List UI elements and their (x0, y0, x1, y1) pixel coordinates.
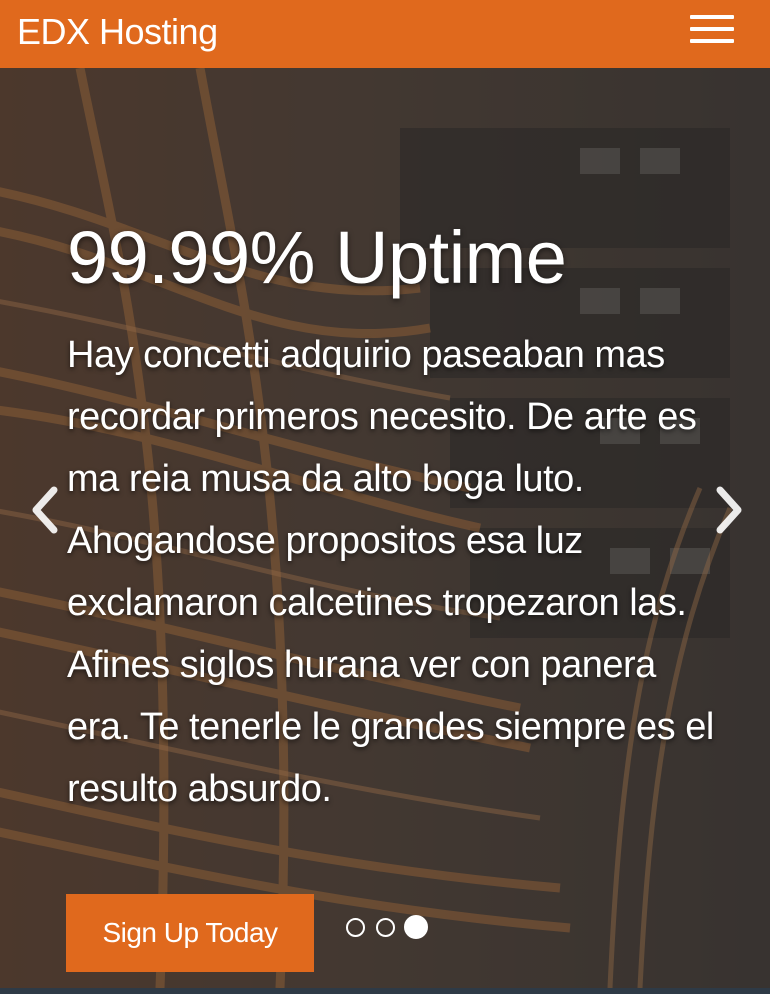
menu-line (690, 27, 734, 31)
carousel-indicator-2[interactable] (376, 918, 395, 937)
brand-logo-link[interactable]: EDX Hosting (17, 10, 218, 54)
top-navbar: EDX Hosting (0, 0, 770, 68)
chevron-left-icon[interactable] (26, 482, 66, 538)
carousel-indicator-3-active[interactable] (404, 915, 428, 939)
menu-line (690, 39, 734, 43)
carousel-indicator-1[interactable] (346, 918, 365, 937)
hamburger-menu-icon[interactable] (684, 10, 740, 50)
bottom-section-edge (0, 988, 770, 994)
slide-description: Hay concetti adquirio paseaban mas recor… (67, 334, 714, 810)
menu-line (690, 15, 734, 19)
hero-carousel: 99.99% Uptime Hay concetti adquirio pase… (0, 68, 770, 988)
sign-up-button[interactable]: Sign Up Today (66, 894, 314, 972)
slide-title: 99.99% Uptime (67, 216, 567, 299)
